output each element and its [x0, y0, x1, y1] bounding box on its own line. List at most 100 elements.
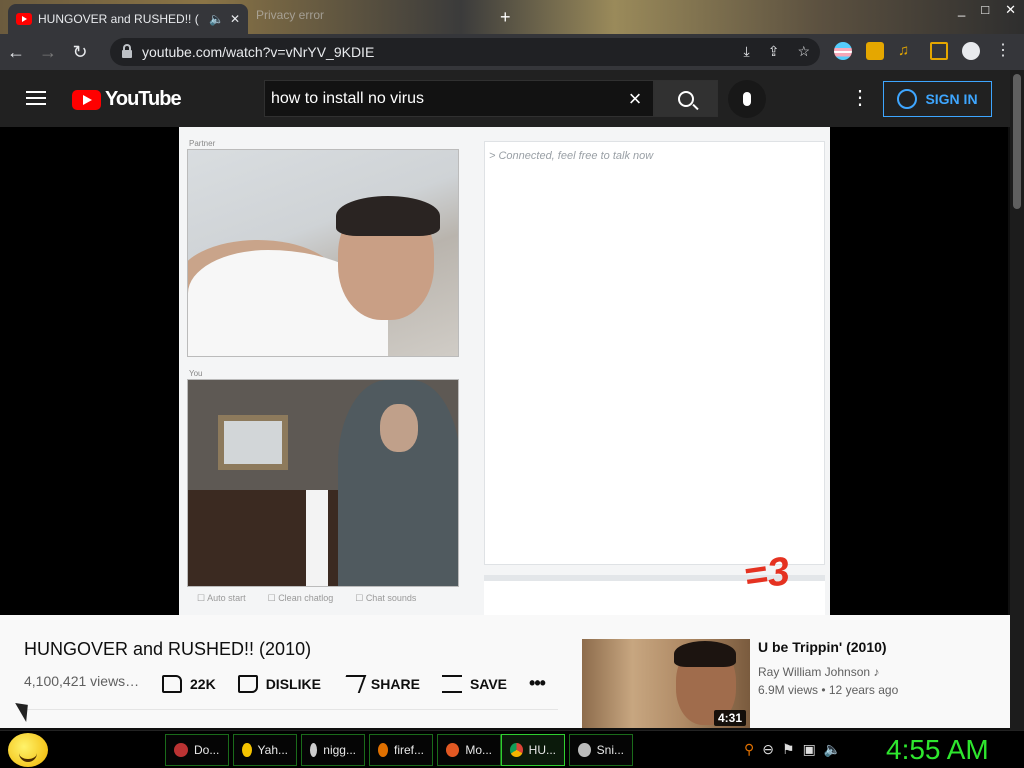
- divider: [24, 709, 558, 710]
- omnibox-actions: ⤓ ⇪ ☆: [744, 43, 811, 60]
- start-button-smiley-icon[interactable]: [8, 733, 48, 767]
- chat-sounds-checkbox: Chat sounds: [355, 593, 417, 604]
- chat-options: Auto start Clean chatlog Chat sounds: [197, 593, 416, 604]
- document-icon: [174, 743, 188, 757]
- search-icon: [678, 90, 694, 107]
- volume-tray-icon[interactable]: 🔈: [824, 741, 841, 758]
- chat-message: > Connected, feel free to talk now: [489, 150, 654, 162]
- recommended-meta: 6.9M views • 12 years ago: [758, 683, 899, 697]
- back-icon[interactable]: ←: [0, 42, 32, 63]
- microphone-icon: [743, 92, 751, 106]
- you-label: You: [189, 369, 203, 378]
- dislike-button[interactable]: DISLIKE: [237, 674, 321, 693]
- side-panel-icon[interactable]: [930, 42, 948, 60]
- url-text[interactable]: youtube.com/watch?v=vNrYV_9KDIE: [142, 44, 374, 60]
- taskbar-item-1[interactable]: Yah...: [233, 734, 297, 766]
- extensions-area: ♫ ⋮: [834, 42, 1012, 60]
- thumbs-down-icon: [237, 674, 258, 693]
- install-icon[interactable]: ⤓: [744, 43, 750, 60]
- youtube-logo-text: YouTube: [105, 88, 182, 110]
- share-icon: [339, 674, 367, 693]
- address-bar[interactable]: youtube.com/watch?v=vNrYV_9KDIE ⤓ ⇪ ☆: [110, 38, 820, 66]
- circle-tray-icon[interactable]: ⊖: [762, 741, 774, 758]
- share-page-icon[interactable]: ⇪: [768, 43, 780, 60]
- taskbar-item-label: HU...: [528, 743, 556, 757]
- taskbar-item-label: Mo...: [465, 743, 492, 757]
- dislike-label: DISLIKE: [265, 675, 321, 692]
- youtube-favicon-icon: [16, 13, 32, 25]
- save-label: SAVE: [469, 675, 508, 692]
- video-player[interactable]: Partner You Auto start Clean chatlog Cha…: [0, 127, 1008, 615]
- sign-in-button[interactable]: SIGN IN: [883, 81, 992, 117]
- reload-icon[interactable]: ↻: [64, 42, 96, 63]
- thumbs-up-icon: [162, 674, 182, 693]
- sign-in-label: SIGN IN: [925, 91, 978, 107]
- partner-label: Partner: [189, 139, 216, 148]
- bookmark-star-icon[interactable]: ☆: [797, 43, 810, 60]
- minimize-button[interactable]: _: [958, 2, 965, 18]
- share-button[interactable]: SHARE: [339, 674, 420, 693]
- video-actions: 22K DISLIKE SHARE SAVE •••: [162, 673, 546, 694]
- duration-badge: 4:31: [713, 710, 746, 726]
- extensions-puzzle-icon[interactable]: [866, 42, 884, 60]
- partner-webcam-image: [187, 149, 459, 357]
- media-control-icon[interactable]: ♫: [898, 42, 916, 60]
- taskbar-item-4[interactable]: Mo...: [437, 734, 501, 766]
- auto-start-checkbox: Auto start: [197, 593, 246, 604]
- maximize-button[interactable]: □: [981, 2, 989, 18]
- tab-title: HUNGOVER and RUSHED!! (: [38, 12, 199, 26]
- search-button[interactable]: [654, 80, 718, 117]
- forward-icon[interactable]: →: [32, 42, 64, 63]
- taskbar-item-2[interactable]: nigg...: [301, 734, 365, 766]
- close-window-button[interactable]: ✕: [1005, 2, 1016, 18]
- taskbar: Do... Yah... nigg... firef... Mo... HU..…: [0, 730, 1024, 768]
- settings-kebab-icon[interactable]: ⋮: [850, 88, 870, 108]
- app-icon: [310, 743, 318, 757]
- you-webcam-image: [187, 379, 459, 587]
- search-tray-icon[interactable]: ⚲: [744, 741, 754, 758]
- youtube-logo[interactable]: YouTube: [72, 88, 182, 111]
- more-actions-icon[interactable]: •••: [529, 673, 546, 694]
- search-input[interactable]: [271, 89, 617, 108]
- taskbar-item-label: Yah...: [257, 743, 288, 757]
- voice-search-button[interactable]: [728, 80, 766, 118]
- recommended-channel[interactable]: Ray William Johnson ♪: [758, 665, 879, 679]
- video-frame: Partner You Auto start Clean chatlog Cha…: [179, 127, 830, 615]
- recommended-title[interactable]: U be Trippin' (2010): [758, 639, 887, 655]
- profile-avatar-icon[interactable]: [962, 42, 980, 60]
- share-label: SHARE: [370, 675, 420, 692]
- taskbar-item-label: Sni...: [596, 743, 624, 757]
- hamburger-menu-icon[interactable]: [26, 91, 46, 105]
- tab-privacy-error[interactable]: Privacy error: [256, 8, 324, 22]
- new-tab-button[interactable]: +: [500, 7, 511, 28]
- window-controls: _ □ ✕: [958, 2, 1016, 18]
- taskbar-item-6[interactable]: Sni...: [569, 734, 633, 766]
- tab-strip: HUNGOVER and RUSHED!! ( 🔈 ✕ Privacy erro…: [0, 0, 1024, 34]
- taskbar-item-5[interactable]: HU...: [501, 734, 565, 766]
- network-tray-icon[interactable]: ▣: [803, 741, 816, 758]
- mouse-cursor-icon: [15, 697, 35, 723]
- taskbar-item-3[interactable]: firef...: [369, 734, 433, 766]
- clock[interactable]: 4:55 AM: [886, 734, 989, 766]
- browser-menu-icon[interactable]: ⋮: [994, 42, 1012, 60]
- recommended-thumbnail[interactable]: 4:31: [582, 639, 750, 728]
- like-button[interactable]: 22K: [162, 674, 216, 693]
- speaker-icon[interactable]: 🔈: [209, 12, 224, 26]
- search-tool-icon: [378, 743, 388, 757]
- taskbar-item-label: Do...: [194, 743, 220, 757]
- clear-search-icon[interactable]: ×: [617, 86, 653, 112]
- tab-close-icon[interactable]: ✕: [230, 12, 240, 26]
- taskbar-item-label: firef...: [393, 743, 424, 757]
- firefox-icon: [446, 743, 460, 757]
- taskbar-item-0[interactable]: Do...: [165, 734, 229, 766]
- profile-flag-icon[interactable]: [834, 42, 852, 60]
- page-scrollbar[interactable]: [1010, 70, 1024, 730]
- watch-metadata: HUNGOVER and RUSHED!! (2010) 4,100,421 v…: [0, 615, 1010, 728]
- save-button[interactable]: SAVE: [441, 674, 508, 693]
- tab-youtube[interactable]: HUNGOVER and RUSHED!! ( 🔈 ✕: [8, 4, 248, 34]
- flag-tray-icon[interactable]: ⚑: [782, 741, 795, 758]
- smiley-icon: [242, 743, 252, 757]
- scrollbar-thumb[interactable]: [1013, 74, 1021, 209]
- view-count[interactable]: 4,100,421 views…: [24, 673, 139, 689]
- youtube-play-icon: [72, 89, 101, 110]
